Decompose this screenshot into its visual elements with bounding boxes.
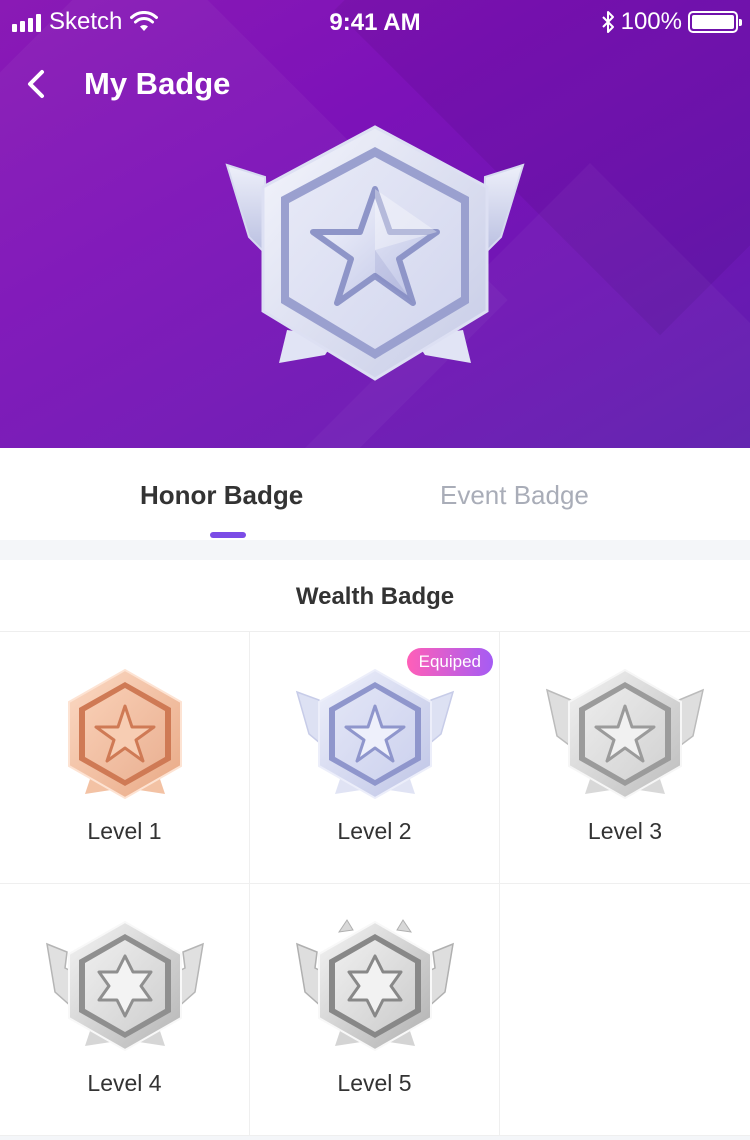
- page-title: My Badge: [84, 66, 231, 101]
- bottom-divider: [0, 1136, 750, 1140]
- header-banner: Sketch 9:41 AM 100% My Badge: [0, 0, 750, 448]
- badge-level-label: Level 1: [87, 818, 162, 844]
- badge-cell-level-2[interactable]: Equiped Level 2: [250, 632, 500, 884]
- hero-badge-icon: [225, 125, 525, 381]
- bronze-badge-icon: [67, 668, 182, 800]
- badge-cell-level-3[interactable]: Level 3: [500, 632, 750, 884]
- silver-badge-icon: [545, 668, 705, 800]
- badge-level-label: Level 5: [337, 1070, 412, 1096]
- chevron-left-icon[interactable]: [22, 66, 54, 102]
- badge-grid: Level 1 Equiped Level 2 Level 3 Level 4 …: [0, 632, 750, 1136]
- section-divider: [0, 540, 750, 560]
- status-right: 100%: [601, 8, 742, 36]
- badge-cell-level-5[interactable]: Level 5: [250, 884, 500, 1136]
- badge-tabs: Honor Badge Event Badge: [0, 448, 750, 540]
- battery-icon: [688, 11, 742, 33]
- badge-level-label: Level 3: [587, 818, 663, 844]
- badge-cell-level-4[interactable]: Level 4: [0, 884, 250, 1136]
- silver-badge-icon: [45, 920, 204, 1052]
- empty-grid-cell: [500, 884, 750, 1136]
- badge-level-label: Level 4: [87, 1070, 162, 1096]
- badge-level-label: Level 2: [337, 818, 412, 844]
- status-bar: Sketch 9:41 AM 100%: [0, 0, 750, 44]
- tab-honor-badge[interactable]: Honor Badge: [140, 480, 303, 511]
- bluetooth-icon: [601, 11, 614, 33]
- silver-badge-icon: [295, 919, 454, 1052]
- silver-blue-badge-icon: [295, 668, 454, 800]
- badge-cell-level-1[interactable]: Level 1: [0, 632, 250, 884]
- battery-percent: 100%: [620, 8, 682, 35]
- tab-event-badge[interactable]: Event Badge: [440, 480, 589, 511]
- tab-indicator: [210, 532, 246, 538]
- section-title: Wealth Badge: [0, 560, 750, 632]
